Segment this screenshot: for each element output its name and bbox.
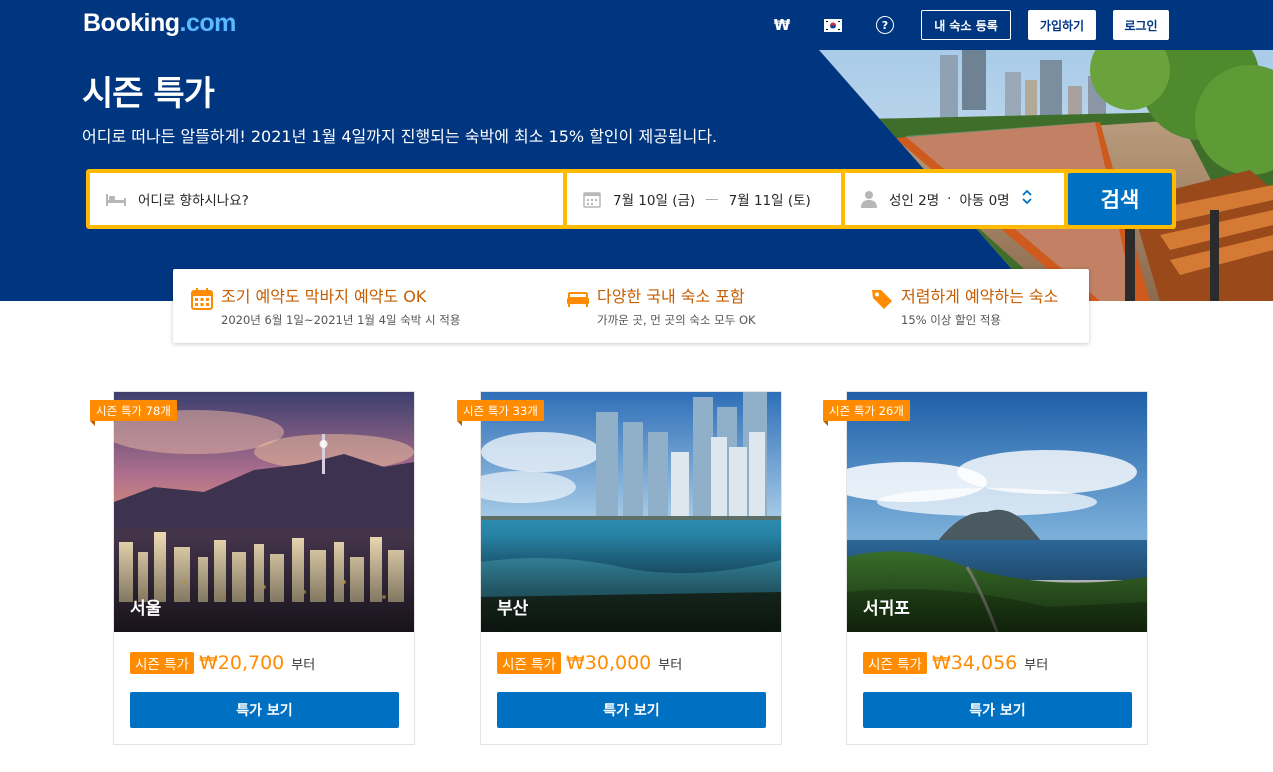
price-row: 시즌 특가 ₩34,056 부터 [863, 652, 1048, 674]
seoul-city-photo: 서울 [114, 392, 414, 632]
destination-input[interactable]: 어디로 향하시나요? [138, 189, 249, 209]
language-selector[interactable] [820, 12, 846, 38]
deal-card-seoul[interactable]: 서울 시즌 특가 ₩20,700 부터 특가 보기 [113, 391, 415, 745]
feature-title: 저렴하게 예약하는 숙소 [901, 287, 1059, 306]
deal-card-seogwipo[interactable]: 서귀포 시즌 특가 ₩34,056 부터 특가 보기 [846, 391, 1148, 745]
guests-separator: · [947, 191, 952, 207]
features-panel: 조기 예약도 막바지 예약도 OK 2020년 6월 1일~2021년 1월 4… [173, 269, 1089, 343]
view-deals-button[interactable]: 특가 보기 [130, 692, 399, 728]
city-name: 서귀포 [863, 599, 910, 619]
feature-title: 조기 예약도 막바지 예약도 OK [221, 287, 427, 306]
search-bar: 어디로 향하시나요? 7월 10일 (금) — 7월 11일 (토) 성인 2명… [86, 169, 1176, 229]
deal-count-ribbon: 시즌 특가 26개 [823, 400, 910, 421]
hero-banner: Booking.com ₩ ? 내 숙소 등록 가입하기 로그인 시즌 특가 어… [0, 0, 1273, 301]
list-property-button[interactable]: 내 숙소 등록 [921, 10, 1011, 40]
help-button[interactable]: ? [872, 12, 898, 38]
deal-count-ribbon: 시즌 특가 78개 [90, 400, 177, 421]
price-tag-icon [872, 290, 892, 309]
city-name: 서울 [130, 599, 162, 619]
register-button[interactable]: 가입하기 [1028, 10, 1096, 40]
person-icon [861, 190, 877, 208]
top-navigation: Booking.com ₩ ? 내 숙소 등록 가입하기 로그인 [0, 0, 1273, 50]
ribbon-fold [823, 421, 828, 426]
seogwipo-city-photo: 서귀포 [847, 392, 1147, 632]
view-deals-button[interactable]: 특가 보기 [863, 692, 1132, 728]
sign-in-button[interactable]: 로그인 [1113, 10, 1169, 40]
city-name: 부산 [497, 599, 529, 619]
page-subtitle: 어디로 떠나든 알뜰하게! 2021년 1월 4일까지 진행되는 숙박에 최소 … [82, 127, 718, 146]
feature-domestic-stays: 다양한 국내 숙소 포함 가까운 곳, 먼 곳의 숙소 모두 OK [566, 285, 756, 328]
price: ₩34,056 [931, 652, 1018, 674]
checkin-date[interactable]: 7월 10일 (금) [613, 189, 695, 209]
price: ₩20,700 [198, 652, 285, 674]
busan-city-photo: 부산 [481, 392, 781, 632]
destination-field[interactable]: 어디로 향하시나요? [90, 173, 563, 225]
feature-early-booking: 조기 예약도 막바지 예약도 OK 2020년 6월 1일~2021년 1월 4… [190, 285, 460, 328]
feature-subtitle: 15% 이상 할인 적용 [901, 313, 1002, 327]
checkout-date[interactable]: 7월 11일 (토) [729, 189, 811, 209]
calendar-icon [191, 288, 213, 310]
price-from-label: 부터 [658, 657, 683, 673]
currency-selector[interactable]: ₩ [769, 12, 795, 38]
booking-logo[interactable]: Booking.com [83, 9, 236, 38]
price-row: 시즌 특가 ₩20,700 부터 [130, 652, 315, 674]
deal-tag: 시즌 특가 [863, 652, 927, 674]
price-from-label: 부터 [1024, 657, 1049, 673]
deal-tag: 시즌 특가 [497, 652, 561, 674]
price: ₩30,000 [565, 652, 652, 674]
feature-subtitle: 2020년 6월 1일~2021년 1월 4일 숙박 시 적용 [221, 313, 461, 327]
children-count: 아동 0명 [959, 193, 1010, 209]
bed-icon [567, 292, 589, 307]
deal-card-busan[interactable]: 부산 시즌 특가 ₩30,000 부터 특가 보기 [480, 391, 782, 745]
feature-discount: 저렴하게 예약하는 숙소 15% 이상 할인 적용 [870, 285, 1058, 328]
bed-icon [106, 192, 126, 206]
price-row: 시즌 특가 ₩30,000 부터 [497, 652, 682, 674]
korea-flag-icon [824, 18, 842, 32]
feature-title: 다양한 국내 숙소 포함 [597, 287, 745, 306]
ribbon-fold [457, 421, 462, 426]
page-title: 시즌 특가 [82, 74, 215, 114]
help-icon: ? [876, 16, 894, 34]
ribbon-fold [90, 421, 95, 426]
calendar-icon [583, 190, 601, 208]
currency-label: ₩ [773, 16, 791, 34]
feature-subtitle: 가까운 곳, 먼 곳의 숙소 모두 OK [597, 313, 756, 327]
date-separator: — [705, 191, 719, 207]
deal-tag: 시즌 특가 [130, 652, 194, 674]
date-field[interactable]: 7월 10일 (금) — 7월 11일 (토) [567, 173, 841, 225]
price-from-label: 부터 [291, 657, 316, 673]
view-deals-button[interactable]: 특가 보기 [497, 692, 766, 728]
guests-field[interactable]: 성인 2명 · 아동 0명 [845, 173, 1064, 225]
deal-count-ribbon: 시즌 특가 33개 [457, 400, 544, 421]
search-button[interactable]: 검색 [1068, 173, 1172, 225]
chevron-updown-icon [1021, 189, 1032, 209]
adults-count: 성인 2명 [889, 193, 940, 209]
